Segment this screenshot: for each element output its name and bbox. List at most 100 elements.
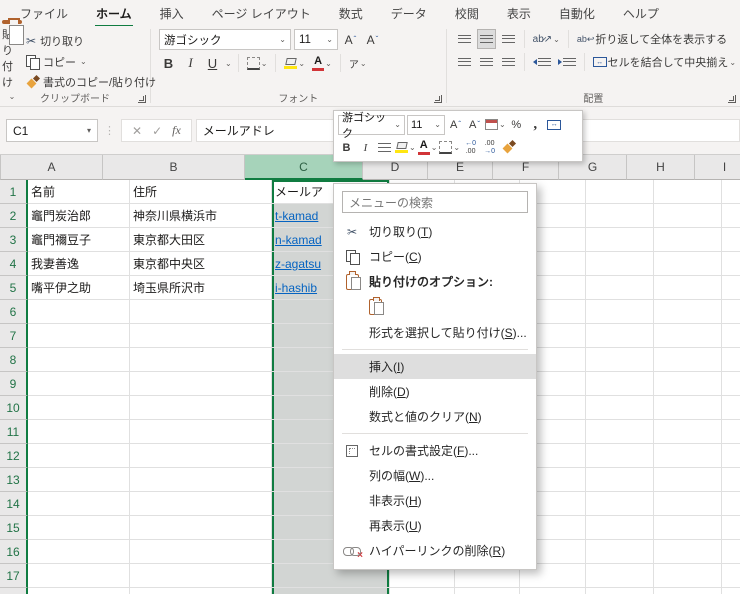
cell-E18[interactable] [455, 588, 520, 594]
mini-font-name-combo[interactable]: 游ゴシック ⌄ [338, 115, 405, 135]
row-header-3[interactable]: 3 [0, 228, 28, 252]
font-color-button[interactable]: A ⌄ [310, 53, 334, 73]
font-size-combo[interactable]: 11 ⌄ [294, 29, 338, 50]
row-header-12[interactable]: 12 [0, 444, 28, 468]
font-name-combo[interactable]: 游ゴシック ⌄ [159, 29, 291, 50]
menu-item-insert[interactable]: 挿入(I) [334, 354, 536, 379]
cell-A6[interactable] [28, 300, 130, 324]
menu-item-unhide[interactable]: 再表示(U) [334, 513, 536, 538]
cell-B6[interactable] [130, 300, 272, 324]
wrap-text-button[interactable]: ab↩ 折り返して全体を表示する [575, 29, 729, 49]
cell-I11[interactable] [722, 420, 740, 444]
cell-G7[interactable] [586, 324, 654, 348]
tab-挿入[interactable]: 挿入 [146, 0, 198, 26]
orientation-button[interactable]: ab̷↗⌄ [531, 29, 562, 49]
cell-D18[interactable] [390, 588, 455, 594]
cell-G14[interactable] [586, 492, 654, 516]
insert-function-button[interactable]: fx [172, 123, 181, 138]
mini-decrease-font-button[interactable]: Aˇ [466, 115, 483, 135]
cell-A13[interactable] [28, 468, 130, 492]
row-header-18[interactable]: 18 [0, 588, 28, 594]
tab-ホーム[interactable]: ホーム [82, 0, 146, 26]
row-header-13[interactable]: 13 [0, 468, 28, 492]
cell-F18[interactable] [520, 588, 586, 594]
middle-align-button[interactable] [477, 29, 496, 49]
column-header-B[interactable]: B [103, 155, 245, 180]
cell-G18[interactable] [586, 588, 654, 594]
column-header-H[interactable]: H [627, 155, 695, 180]
row-header-14[interactable]: 14 [0, 492, 28, 516]
row-header-16[interactable]: 16 [0, 540, 28, 564]
mini-italic-button[interactable]: I [357, 138, 374, 158]
copy-button[interactable]: コピー ⌄ [22, 53, 160, 71]
cell-H4[interactable] [654, 252, 722, 276]
cell-G13[interactable] [586, 468, 654, 492]
cell-A7[interactable] [28, 324, 130, 348]
cell-H17[interactable] [654, 564, 722, 588]
cell-G16[interactable] [586, 540, 654, 564]
column-header-A[interactable]: A [1, 155, 103, 180]
cell-A11[interactable] [28, 420, 130, 444]
font-dialog-launcher[interactable] [434, 95, 442, 103]
row-header-6[interactable]: 6 [0, 300, 28, 324]
cell-H8[interactable] [654, 348, 722, 372]
align-left-button[interactable] [455, 52, 474, 72]
row-header-15[interactable]: 15 [0, 516, 28, 540]
cell-B14[interactable] [130, 492, 272, 516]
cell-H5[interactable] [654, 276, 722, 300]
row-header-2[interactable]: 2 [0, 204, 28, 228]
cell-B12[interactable] [130, 444, 272, 468]
cell-I5[interactable] [722, 276, 740, 300]
merge-center-button[interactable]: ↔ セルを結合して中央揃え ⌄ [591, 52, 738, 72]
cell-G8[interactable] [586, 348, 654, 372]
cell-A3[interactable]: 竈門禰豆子 [28, 228, 130, 252]
phonetic-guide-button[interactable]: ア ⌄ [347, 53, 369, 73]
cell-A2[interactable]: 竈門炭治郎 [28, 204, 130, 228]
cell-I13[interactable] [722, 468, 740, 492]
cell-I4[interactable] [722, 252, 740, 276]
cell-I17[interactable] [722, 564, 740, 588]
cell-G6[interactable] [586, 300, 654, 324]
tab-ページ レイアウト[interactable]: ページ レイアウト [198, 0, 325, 26]
menu-item-cut[interactable]: ✂切り取り(T) [334, 219, 536, 244]
tab-データ[interactable]: データ [377, 0, 441, 26]
cell-B15[interactable] [130, 516, 272, 540]
paste-button[interactable]: 貼り付け ⌄ [2, 29, 22, 91]
cell-I2[interactable] [722, 204, 740, 228]
cell-I7[interactable] [722, 324, 740, 348]
tab-ヘルプ[interactable]: ヘルプ [609, 0, 673, 26]
increase-indent-button[interactable] [556, 52, 578, 72]
row-header-17[interactable]: 17 [0, 564, 28, 588]
cell-G15[interactable] [586, 516, 654, 540]
increase-font-size-button[interactable]: Aˆ [341, 30, 360, 50]
cell-H1[interactable] [654, 180, 722, 204]
cell-H13[interactable] [654, 468, 722, 492]
cell-H7[interactable] [654, 324, 722, 348]
menu-item-delete[interactable]: 削除(D) [334, 379, 536, 404]
cell-H6[interactable] [654, 300, 722, 324]
row-header-5[interactable]: 5 [0, 276, 28, 300]
cell-A1[interactable]: 名前 [28, 180, 130, 204]
cell-B2[interactable]: 神奈川県横浜市 [130, 204, 272, 228]
cell-I1[interactable] [722, 180, 740, 204]
cell-B5[interactable]: 埼玉県所沢市 [130, 276, 272, 300]
row-header-9[interactable]: 9 [0, 372, 28, 396]
cell-A15[interactable] [28, 516, 130, 540]
row-header-7[interactable]: 7 [0, 324, 28, 348]
mini-increase-decimal-button[interactable]: .00→0 [481, 138, 498, 158]
mini-format-painter-button[interactable] [500, 138, 517, 158]
bottom-align-button[interactable] [499, 29, 518, 49]
cell-I8[interactable] [722, 348, 740, 372]
cut-button[interactable]: ✂ 切り取り [22, 32, 160, 50]
cell-I18[interactable] [722, 588, 740, 594]
mini-format-table-button[interactable]: ⌄ [485, 115, 506, 135]
row-header-11[interactable]: 11 [0, 420, 28, 444]
menu-item-format-cells[interactable]: セルの書式設定(F)... [334, 438, 536, 463]
top-align-button[interactable] [455, 29, 474, 49]
cell-B18[interactable] [130, 588, 272, 594]
menu-search-input[interactable]: メニューの検索 [342, 191, 528, 213]
cell-A9[interactable] [28, 372, 130, 396]
cell-H10[interactable] [654, 396, 722, 420]
cell-A12[interactable] [28, 444, 130, 468]
cell-I6[interactable] [722, 300, 740, 324]
